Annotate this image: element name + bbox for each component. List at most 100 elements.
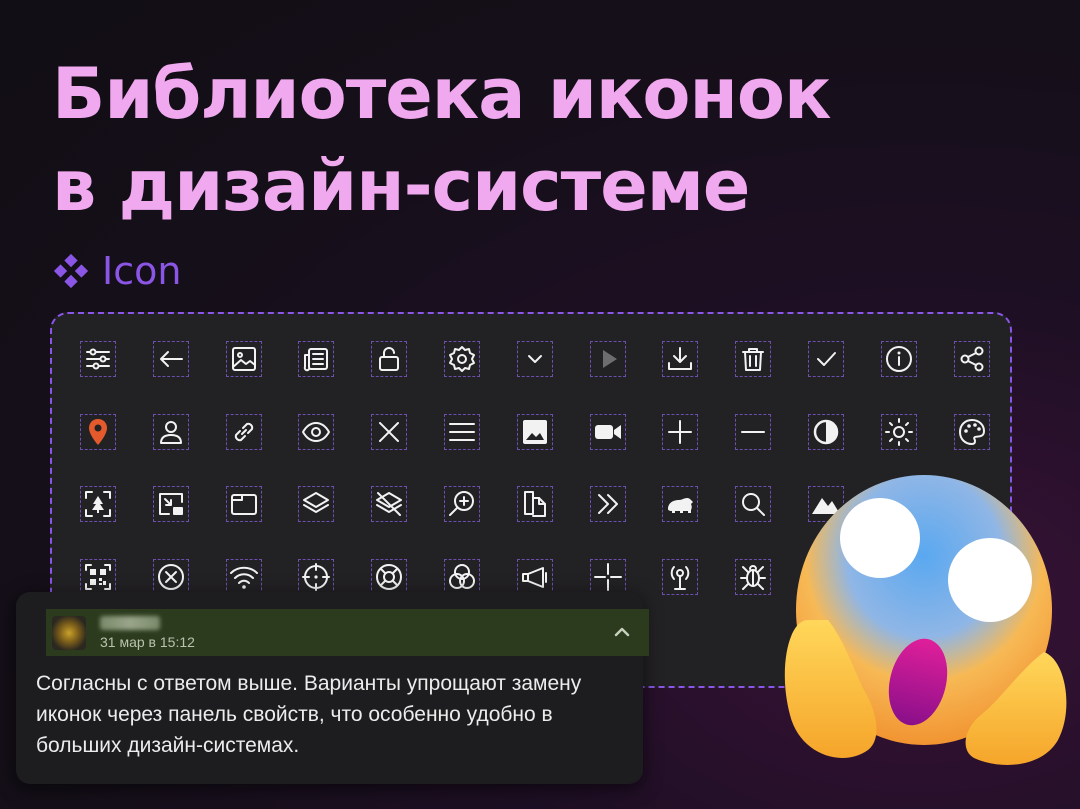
image-icon <box>231 347 256 371</box>
icon-cell-minus[interactable] <box>735 413 772 450</box>
eye-icon <box>302 421 331 442</box>
icon-cell-tab-window[interactable] <box>225 486 262 522</box>
icon-cell-video-camera[interactable] <box>589 413 626 450</box>
icon-cell-share[interactable] <box>953 341 990 377</box>
info-icon <box>885 346 912 372</box>
crosshair-icon <box>302 562 331 591</box>
menu-icon <box>449 422 475 441</box>
component-label: Icon <box>52 246 181 296</box>
icon-cell-picture-in-picture[interactable] <box>152 486 189 522</box>
icon-cell-layers[interactable] <box>298 486 335 522</box>
bear-icon <box>668 498 694 513</box>
icon-cell-bear[interactable] <box>662 486 699 522</box>
icon-cell-eye[interactable] <box>298 413 335 450</box>
color-filter-icon <box>449 563 475 589</box>
icon-cell-search[interactable] <box>735 486 772 522</box>
icon-cell-circle-x[interactable] <box>152 558 189 595</box>
trash-icon <box>742 348 765 371</box>
arrow-left-icon <box>159 351 183 367</box>
icon-cell-menu[interactable] <box>444 413 480 450</box>
image-filled-icon <box>522 419 547 444</box>
icon-cell-layers-off[interactable] <box>371 486 408 522</box>
icon-cell-copy-document[interactable] <box>516 486 553 522</box>
icon-cell-settings-gear[interactable] <box>444 341 480 377</box>
icon-cell-contrast[interactable] <box>808 413 844 450</box>
icon-cell-bug[interactable] <box>735 558 772 595</box>
icon-cell-user[interactable] <box>152 413 189 450</box>
author-block: 31 мар в 15:12 <box>100 615 195 650</box>
unlock-icon <box>379 347 400 371</box>
antenna-icon <box>671 565 690 590</box>
face-screaming-in-fear-emoji <box>784 475 1067 765</box>
qr-code-icon <box>85 563 111 590</box>
icon-cell-play[interactable] <box>589 341 626 377</box>
download-icon <box>668 347 693 370</box>
icon-cell-download[interactable] <box>662 341 699 377</box>
icon-cell-trash[interactable] <box>735 341 772 377</box>
icon-cell-link[interactable] <box>225 413 262 450</box>
icon-cell-megaphone[interactable] <box>516 558 553 595</box>
icon-cell-qr-code[interactable] <box>80 558 116 595</box>
icon-cell-location-pin[interactable] <box>80 413 116 450</box>
layers-icon <box>303 492 330 513</box>
settings-gear-icon <box>449 346 475 372</box>
icon-cell-tree-focus[interactable] <box>80 486 116 522</box>
icon-cell-unlock[interactable] <box>371 341 408 377</box>
minus-icon <box>741 430 766 433</box>
icon-cell-crosshair[interactable] <box>298 558 335 595</box>
avatar[interactable] <box>52 615 86 650</box>
zoom-in-icon <box>449 491 474 516</box>
icon-cell-double-chevron-right[interactable] <box>589 486 626 522</box>
icon-cell-info[interactable] <box>880 341 917 377</box>
component-diamond-icon <box>53 253 89 289</box>
wifi-icon <box>229 566 258 589</box>
icon-cell-antenna[interactable] <box>662 558 699 595</box>
icon-cell-arrow-left[interactable] <box>152 341 189 377</box>
icon-cell-sliders[interactable] <box>80 341 116 377</box>
picture-in-picture-icon <box>158 493 183 515</box>
sun-icon <box>884 417 913 446</box>
sliders-icon <box>86 348 110 370</box>
icon-cell-chevron-down[interactable] <box>516 341 553 377</box>
newspaper-icon <box>304 348 329 372</box>
icon-cell-palette[interactable] <box>953 413 990 450</box>
icon-cell-newspaper[interactable] <box>298 341 335 377</box>
icon-cell-plus[interactable] <box>662 413 699 450</box>
play-icon <box>602 350 617 368</box>
life-ring-icon <box>376 563 403 590</box>
icon-cell-plus-cursor[interactable] <box>589 558 626 595</box>
icon-cell-wifi[interactable] <box>225 558 262 595</box>
comment-text: Согласны с ответом выше. Варианты упроща… <box>36 672 582 757</box>
palette-icon <box>958 418 985 445</box>
icon-cell-check[interactable] <box>808 341 844 377</box>
layers-off-icon <box>376 492 403 516</box>
copy-document-icon <box>523 491 546 517</box>
icon-cell-image-filled[interactable] <box>516 413 553 450</box>
plus-icon <box>668 419 693 444</box>
icon-cell-image[interactable] <box>225 341 262 377</box>
tree-focus-icon <box>85 491 111 517</box>
contrast-icon <box>813 419 839 444</box>
chevron-up-icon[interactable] <box>613 623 631 641</box>
icon-cell-sun[interactable] <box>880 413 917 450</box>
chevron-down-icon <box>527 355 542 363</box>
circle-x-icon <box>157 563 184 590</box>
share-icon <box>960 346 984 372</box>
close-x-icon <box>379 421 400 442</box>
title-line-1: Библиотека иконок <box>52 53 831 135</box>
component-name: Icon <box>102 249 182 293</box>
video-camera-icon <box>594 424 621 439</box>
icon-cell-color-filter[interactable] <box>444 558 480 595</box>
icon-cell-zoom-in[interactable] <box>444 486 480 522</box>
user-icon <box>159 420 182 444</box>
page-title: Библиотека иконок в дизайн-системе <box>52 48 831 232</box>
icon-cell-close-x[interactable] <box>371 413 408 450</box>
search-icon <box>742 493 766 516</box>
title-line-2: в дизайн-системе <box>52 145 750 227</box>
author-name-blurred <box>100 615 160 630</box>
location-pin-icon <box>89 418 107 445</box>
tab-window-icon <box>230 494 257 515</box>
comment-header: 31 мар в 15:12 <box>46 609 649 656</box>
link-icon <box>234 422 253 441</box>
icon-cell-life-ring[interactable] <box>371 558 408 595</box>
